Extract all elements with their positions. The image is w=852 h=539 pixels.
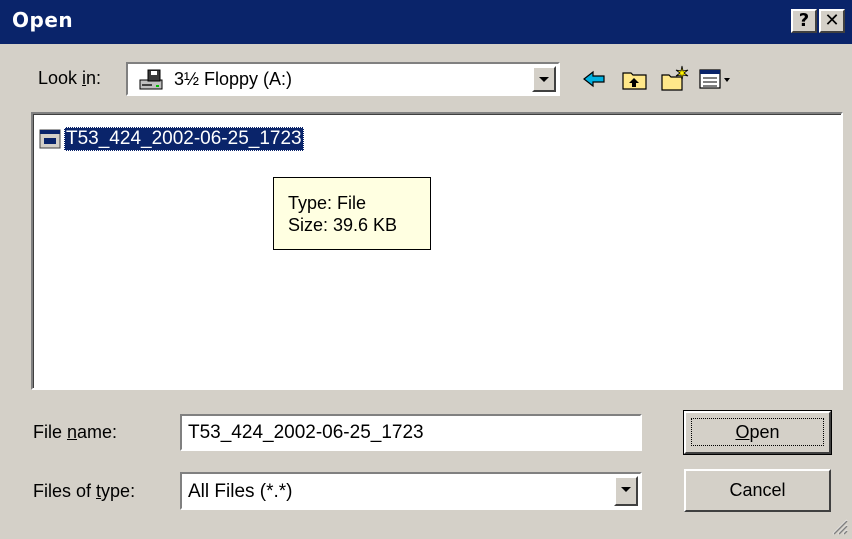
tooltip-size: Size: 39.6 KB (288, 215, 398, 235)
look-in-dropdown-arrow[interactable] (532, 66, 556, 92)
look-in-label: Look in: (38, 68, 102, 88)
floppy-drive-icon (139, 69, 163, 90)
files-of-type-dropdown[interactable]: All Files (*.*) (180, 472, 642, 510)
list-item[interactable]: T53_424_2002-06-25_1723 (38, 125, 304, 153)
resize-grip-icon[interactable] (830, 517, 848, 535)
cancel-button[interactable]: Cancel (684, 469, 831, 512)
window-title: Open (12, 8, 74, 32)
up-folder-icon[interactable] (620, 64, 650, 94)
files-of-type-label: Files of type: (33, 481, 136, 501)
file-icon (39, 129, 61, 149)
files-of-type-dropdown-arrow[interactable] (614, 476, 638, 506)
close-button[interactable]: ✕ (819, 9, 845, 33)
look-in-value: 3½ Floppy (A:) (174, 69, 293, 89)
title-bar[interactable]: Open ? ✕ (0, 0, 852, 44)
view-menu-icon[interactable] (698, 64, 738, 94)
files-of-type-value: All Files (*.*) (188, 481, 293, 502)
file-name-input[interactable]: T53_424_2002-06-25_1723 (180, 414, 642, 451)
file-name-label: File name: (33, 422, 118, 442)
file-item-label: T53_424_2002-06-25_1723 (64, 127, 304, 151)
help-button[interactable]: ? (791, 9, 817, 33)
open-button[interactable]: Open (683, 410, 832, 455)
look-in-dropdown[interactable]: 3½ Floppy (A:) (126, 62, 560, 96)
tooltip-type: Type: File (288, 193, 367, 213)
back-icon[interactable] (580, 64, 610, 94)
file-info-tooltip: Type: File Size: 39.6 KB (273, 177, 431, 250)
new-folder-icon[interactable] (660, 64, 690, 94)
file-list[interactable]: T53_424_2002-06-25_1723 (31, 112, 843, 390)
